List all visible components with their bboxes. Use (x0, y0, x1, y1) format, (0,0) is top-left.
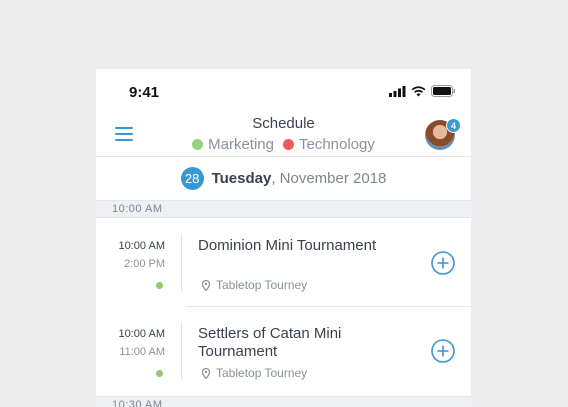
marketing-dot-icon (192, 139, 204, 150)
wifi-icon (411, 85, 426, 96)
date-rest: , November 2018 (271, 169, 387, 187)
event-row[interactable]: 10:00 AM 2:00 PM Dominion Mini Tournamen… (96, 219, 471, 307)
signal-icon (389, 85, 406, 97)
filter-label: Marketing (208, 136, 274, 153)
event-location-label: Tabletop Tourney (216, 366, 308, 380)
event-title: Settlers of Catan Mini Tournament (198, 325, 342, 360)
event-divider (181, 234, 182, 292)
date-weekday: Tuesday (211, 169, 272, 187)
technology-dot-icon (282, 139, 294, 150)
battery-icon (431, 85, 455, 97)
event-divider (181, 322, 182, 380)
add-to-schedule-icon[interactable] (431, 251, 455, 275)
event-row[interactable]: 10:00 AM 11:00 AM Settlers of Catan Mini… (96, 307, 471, 395)
page-title: Schedule (252, 115, 315, 132)
date-day-badge: 28 (180, 166, 204, 190)
filter-marketing[interactable]: Marketing (192, 136, 274, 153)
filter-label: Technology (298, 136, 375, 153)
filter-list: Marketing Technology (96, 136, 471, 153)
filter-technology[interactable]: Technology (282, 136, 375, 153)
event-location: Tabletop Tourney (202, 278, 307, 292)
location-pin-icon (202, 367, 210, 379)
section-header: 10:00 AM (96, 200, 471, 218)
status-time: 9:41 (129, 84, 160, 101)
notification-badge: 4 (446, 118, 461, 133)
section-header: 10:30 AM (96, 396, 471, 407)
event-location: Tabletop Tourney (202, 366, 307, 380)
date-row[interactable]: 28 Tuesday, November 2018 (96, 157, 471, 199)
status-icons (389, 85, 456, 97)
track-dot-icon (156, 282, 163, 289)
event-start-time: 10:00 AM (118, 328, 165, 340)
track-dot-icon (156, 370, 163, 377)
event-end-time: 2:00 PM (124, 258, 165, 270)
add-to-schedule-icon[interactable] (431, 339, 455, 363)
event-end-time: 11:00 AM (119, 346, 165, 358)
phone-screen: 9:41 Schedule Marketing Technology 4 28 … (96, 69, 471, 407)
event-location-label: Tabletop Tourney (216, 278, 308, 292)
date-text: Tuesday, November 2018 (212, 170, 387, 187)
hamburger-line (115, 133, 133, 135)
event-title: Dominion Mini Tournament (198, 237, 377, 254)
event-start-time: 10:00 AM (118, 240, 165, 252)
location-pin-icon (202, 279, 210, 291)
